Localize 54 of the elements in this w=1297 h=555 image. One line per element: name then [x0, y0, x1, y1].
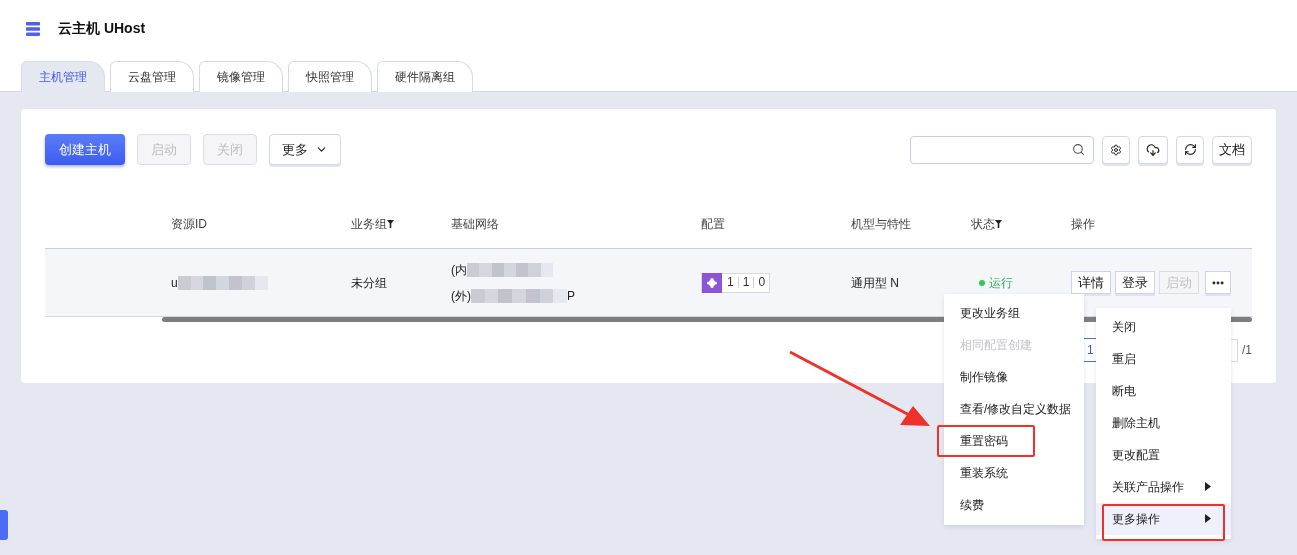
ip-label: P	[567, 287, 575, 305]
refresh-button[interactable]	[1176, 135, 1204, 164]
create-button[interactable]: 创建主机	[45, 134, 125, 165]
tab[interactable]: 镜像管理	[199, 61, 283, 92]
server-list-icon	[26, 21, 40, 36]
cloud-download-icon	[1146, 142, 1160, 157]
more-dropdown[interactable]: 更多	[269, 134, 341, 165]
column-header: 基础网络	[451, 216, 499, 233]
menu-item[interactable]: 删除主机	[1096, 407, 1231, 439]
menu-item[interactable]: 重装系统	[944, 457, 1084, 489]
menu-item[interactable]: 续费	[944, 489, 1084, 521]
table-cell: 通用型 N	[851, 275, 899, 290]
menu-item[interactable]: 更改业务组	[944, 297, 1084, 329]
config-value: 1	[737, 277, 754, 288]
config-value: 0	[753, 277, 770, 288]
ip-label: (外)	[451, 287, 471, 305]
filter-icon	[995, 220, 1002, 228]
docs-button[interactable]: 文档	[1212, 135, 1252, 164]
menu-item[interactable]: 更改配置	[1096, 439, 1231, 471]
column-header: 资源ID	[171, 216, 207, 233]
page-total: /1	[1242, 342, 1252, 359]
column-header: 业务组	[351, 215, 394, 233]
table-cell-text: u	[171, 274, 178, 292]
column-header: 状态	[971, 215, 1002, 233]
row-action-button[interactable]: 登录	[1115, 271, 1155, 294]
column-header: 配置	[701, 216, 725, 233]
menu-item[interactable]: 重置密码	[944, 425, 1084, 457]
tab[interactable]: 硬件隔离组	[377, 61, 473, 92]
search-field[interactable]	[910, 135, 1094, 164]
menu-item[interactable]: 查看/修改自定义数据	[944, 393, 1084, 425]
more-actions-button[interactable]	[1205, 271, 1231, 294]
settings-icon	[1110, 143, 1122, 156]
menu-item[interactable]: 制作镜像	[944, 361, 1084, 393]
column-header: 机型与特性	[851, 216, 911, 233]
menu-item[interactable]: 关联产品操作	[1096, 471, 1231, 503]
search-icon	[1072, 143, 1085, 156]
filter-icon	[387, 220, 394, 228]
table-cell: 未分组	[351, 275, 387, 290]
config-value: 1	[726, 277, 735, 288]
row-action-button[interactable]: 详情	[1071, 271, 1111, 294]
download-button[interactable]	[1138, 135, 1168, 164]
submenu-arrow-icon	[1205, 514, 1211, 523]
menu-item[interactable]: 断电	[1096, 375, 1231, 407]
tab[interactable]: 主机管理	[21, 61, 105, 92]
tab[interactable]: 快照管理	[288, 61, 372, 92]
menu-item[interactable]: 更多操作	[1096, 503, 1231, 535]
settings-button[interactable]	[1102, 135, 1130, 164]
column-header: 操作	[1071, 216, 1095, 233]
ip-label: (内	[451, 261, 467, 279]
submenu-arrow-icon	[1205, 482, 1211, 491]
status-text: 运行	[989, 274, 1013, 292]
page-title: 云主机 UHost	[58, 19, 146, 38]
refresh-icon	[1183, 143, 1197, 156]
tab[interactable]: 云盘管理	[110, 61, 194, 92]
